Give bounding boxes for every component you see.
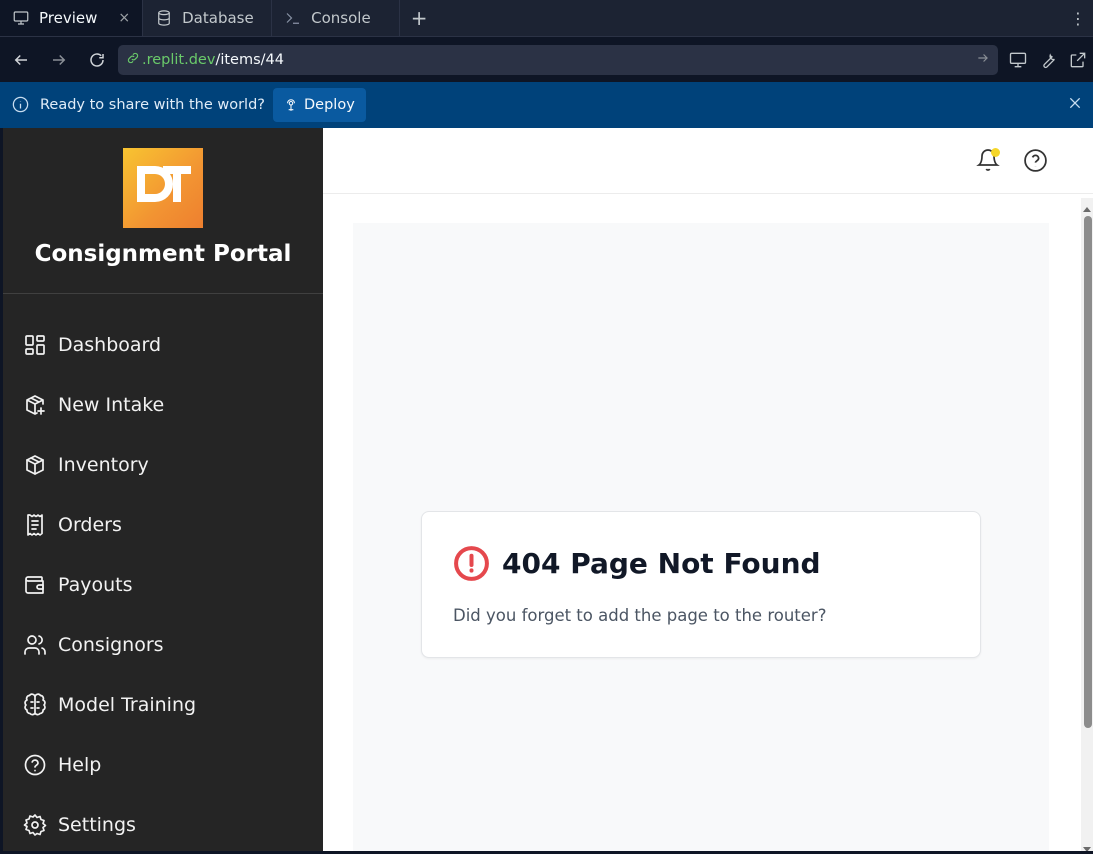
url-path: /items/44 [215, 51, 284, 68]
tab-database-label: Database [182, 9, 254, 27]
reload-button[interactable] [80, 43, 114, 77]
close-banner-button[interactable] [1067, 95, 1083, 115]
sidebar-item-settings[interactable]: Settings [23, 795, 196, 851]
sidebar-item-label: Orders [58, 514, 122, 536]
help-button[interactable] [1023, 148, 1048, 177]
help-circle-icon [24, 754, 46, 776]
deploy-label: Deploy [304, 97, 355, 113]
url-domain: .replit.dev [142, 51, 216, 68]
close-icon [1069, 97, 1081, 109]
tab-preview-label: Preview [39, 9, 98, 27]
more-options-button[interactable]: ⋮ [1063, 0, 1093, 36]
sidebar-item-label: Consignors [58, 634, 164, 656]
brain-icon [24, 693, 46, 716]
sidebar-item-label: Settings [58, 814, 136, 836]
dashboard-icon [25, 335, 45, 355]
sidebar-item-label: Model Training [58, 694, 197, 716]
add-tab-button[interactable]: + [400, 0, 438, 36]
brand-title: Consignment Portal [34, 241, 292, 267]
reload-icon [90, 52, 104, 67]
deploy-button[interactable]: Deploy [273, 88, 366, 122]
package-icon [26, 455, 44, 475]
link-icon [126, 51, 142, 69]
error-title: 404 Page Not Found [453, 545, 821, 582]
terminal-icon [286, 13, 300, 24]
monitor-icon [13, 11, 29, 25]
app-viewport: Consignment Portal Dashboard New Intake … [3, 128, 1093, 851]
tab-console[interactable]: Console [272, 0, 401, 36]
tab-bar: Preview × Database Console + ⋮ [0, 0, 1093, 37]
sidebar-item-model-training[interactable]: Model Training [23, 675, 196, 735]
users-icon [24, 635, 46, 655]
notification-dot [991, 148, 1000, 157]
sidebar-item-dashboard[interactable]: Dashboard [23, 315, 196, 375]
sidebar-item-label: Dashboard [58, 334, 162, 356]
scroll-up-arrow[interactable] [1082, 200, 1092, 212]
notifications-button[interactable] [976, 148, 1000, 172]
database-icon [158, 10, 170, 26]
arrow-left-icon [14, 54, 27, 65]
app-header [323, 128, 1093, 194]
tab-database[interactable]: Database [143, 0, 273, 36]
sidebar-nav: Dashboard New Intake Inventory Orders Pa… [23, 315, 196, 851]
wallet-icon [25, 576, 44, 594]
sidebar-item-orders[interactable]: Orders [23, 495, 196, 555]
error-message: Did you forget to add the page to the ro… [453, 606, 827, 625]
sidebar-item-new-intake[interactable]: New Intake [23, 375, 196, 435]
sidebar-item-label: New Intake [58, 394, 165, 416]
back-button[interactable] [4, 43, 38, 77]
sidebar-item-label: Help [58, 754, 102, 776]
sidebar-item-label: Payouts [58, 574, 133, 596]
banner-message: Ready to share with the world? [40, 97, 265, 113]
deploy-banner: Ready to share with the world? Deploy [0, 82, 1093, 128]
sidebar-divider [3, 293, 323, 294]
tab-console-label: Console [311, 9, 371, 27]
receipt-icon [27, 514, 43, 536]
wrench-icon[interactable] [1038, 50, 1058, 70]
tab-preview[interactable]: Preview × [0, 0, 144, 36]
address-field[interactable]: .replit.dev /items/44 [118, 44, 998, 75]
scroll-thumb[interactable] [1084, 216, 1092, 728]
sidebar-item-inventory[interactable]: Inventory [23, 435, 196, 495]
sidebar-item-label: Inventory [58, 454, 149, 476]
scroll-down-arrow[interactable] [1082, 839, 1092, 851]
help-circle-icon [1024, 149, 1047, 172]
close-tab-button[interactable]: × [118, 10, 130, 26]
alert-circle-icon [454, 546, 489, 581]
arrow-right-icon [53, 54, 66, 65]
devtools-monitor-icon[interactable] [1008, 50, 1028, 70]
deploy-icon [286, 99, 296, 111]
error-title-text: 404 Page Not Found [502, 547, 821, 580]
url-bar: .replit.dev /items/44 [0, 37, 1093, 82]
sidebar-item-help[interactable]: Help [23, 735, 196, 795]
brand-logo [123, 148, 203, 228]
main-content: 404 Page Not Found Did you forget to add… [353, 223, 1049, 851]
go-icon[interactable] [976, 51, 990, 69]
forward-button[interactable] [42, 43, 76, 77]
info-icon [11, 92, 40, 118]
settings-icon [23, 814, 47, 836]
sidebar-item-payouts[interactable]: Payouts [23, 555, 196, 615]
external-link-icon[interactable] [1068, 50, 1088, 70]
package-plus-icon [26, 395, 45, 415]
scrollbar[interactable] [1081, 198, 1093, 851]
error-card: 404 Page Not Found Did you forget to add… [421, 511, 981, 658]
sidebar-item-consignors[interactable]: Consignors [23, 615, 196, 675]
sidebar: Consignment Portal Dashboard New Intake … [3, 128, 323, 851]
